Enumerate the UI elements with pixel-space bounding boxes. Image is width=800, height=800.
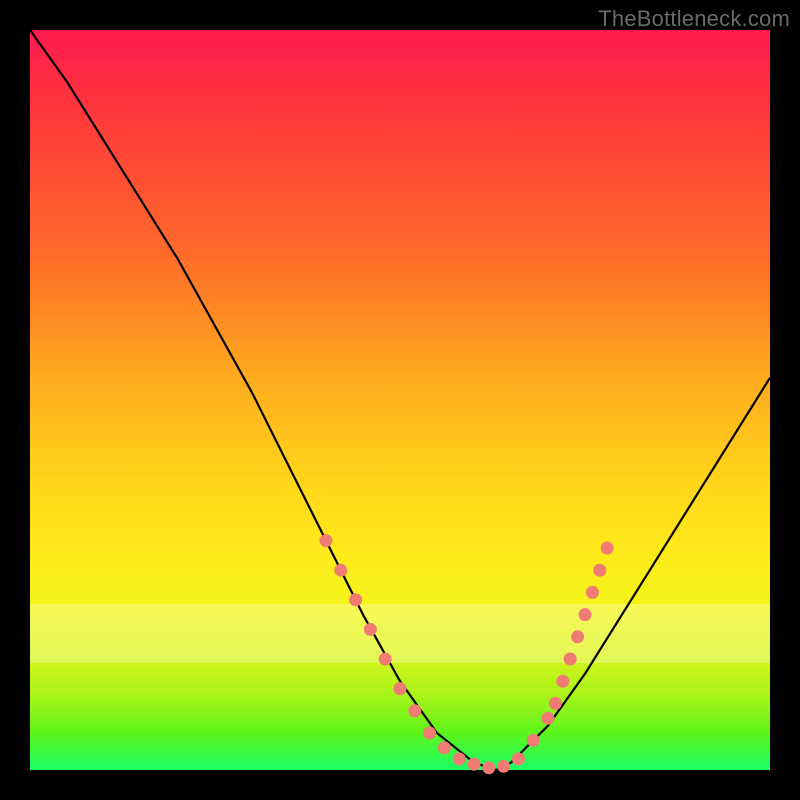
curve-marker bbox=[364, 623, 377, 636]
curve-marker bbox=[438, 741, 451, 754]
curve-marker bbox=[571, 630, 584, 643]
chart-frame: TheBottleneck.com bbox=[0, 0, 800, 800]
curve-marker bbox=[527, 734, 540, 747]
curve-marker bbox=[549, 697, 562, 710]
curve-marker bbox=[349, 593, 362, 606]
curve-marker bbox=[379, 653, 392, 666]
curve-svg bbox=[30, 30, 770, 770]
bottleneck-curve bbox=[30, 30, 770, 770]
curve-marker bbox=[320, 534, 333, 547]
plot-area bbox=[30, 30, 770, 770]
curve-marker bbox=[512, 752, 525, 765]
curve-marker bbox=[564, 653, 577, 666]
curve-marker bbox=[482, 761, 495, 774]
highlighted-points bbox=[320, 534, 614, 774]
curve-marker bbox=[468, 758, 481, 771]
curve-marker bbox=[453, 752, 466, 765]
curve-marker bbox=[586, 586, 599, 599]
curve-marker bbox=[394, 682, 407, 695]
curve-marker bbox=[556, 675, 569, 688]
curve-marker bbox=[334, 564, 347, 577]
watermark-text: TheBottleneck.com bbox=[598, 6, 790, 32]
curve-marker bbox=[423, 727, 436, 740]
curve-marker bbox=[497, 760, 510, 773]
curve-marker bbox=[593, 564, 606, 577]
curve-marker bbox=[601, 542, 614, 555]
curve-marker bbox=[542, 712, 555, 725]
curve-marker bbox=[579, 608, 592, 621]
curve-marker bbox=[408, 704, 421, 717]
